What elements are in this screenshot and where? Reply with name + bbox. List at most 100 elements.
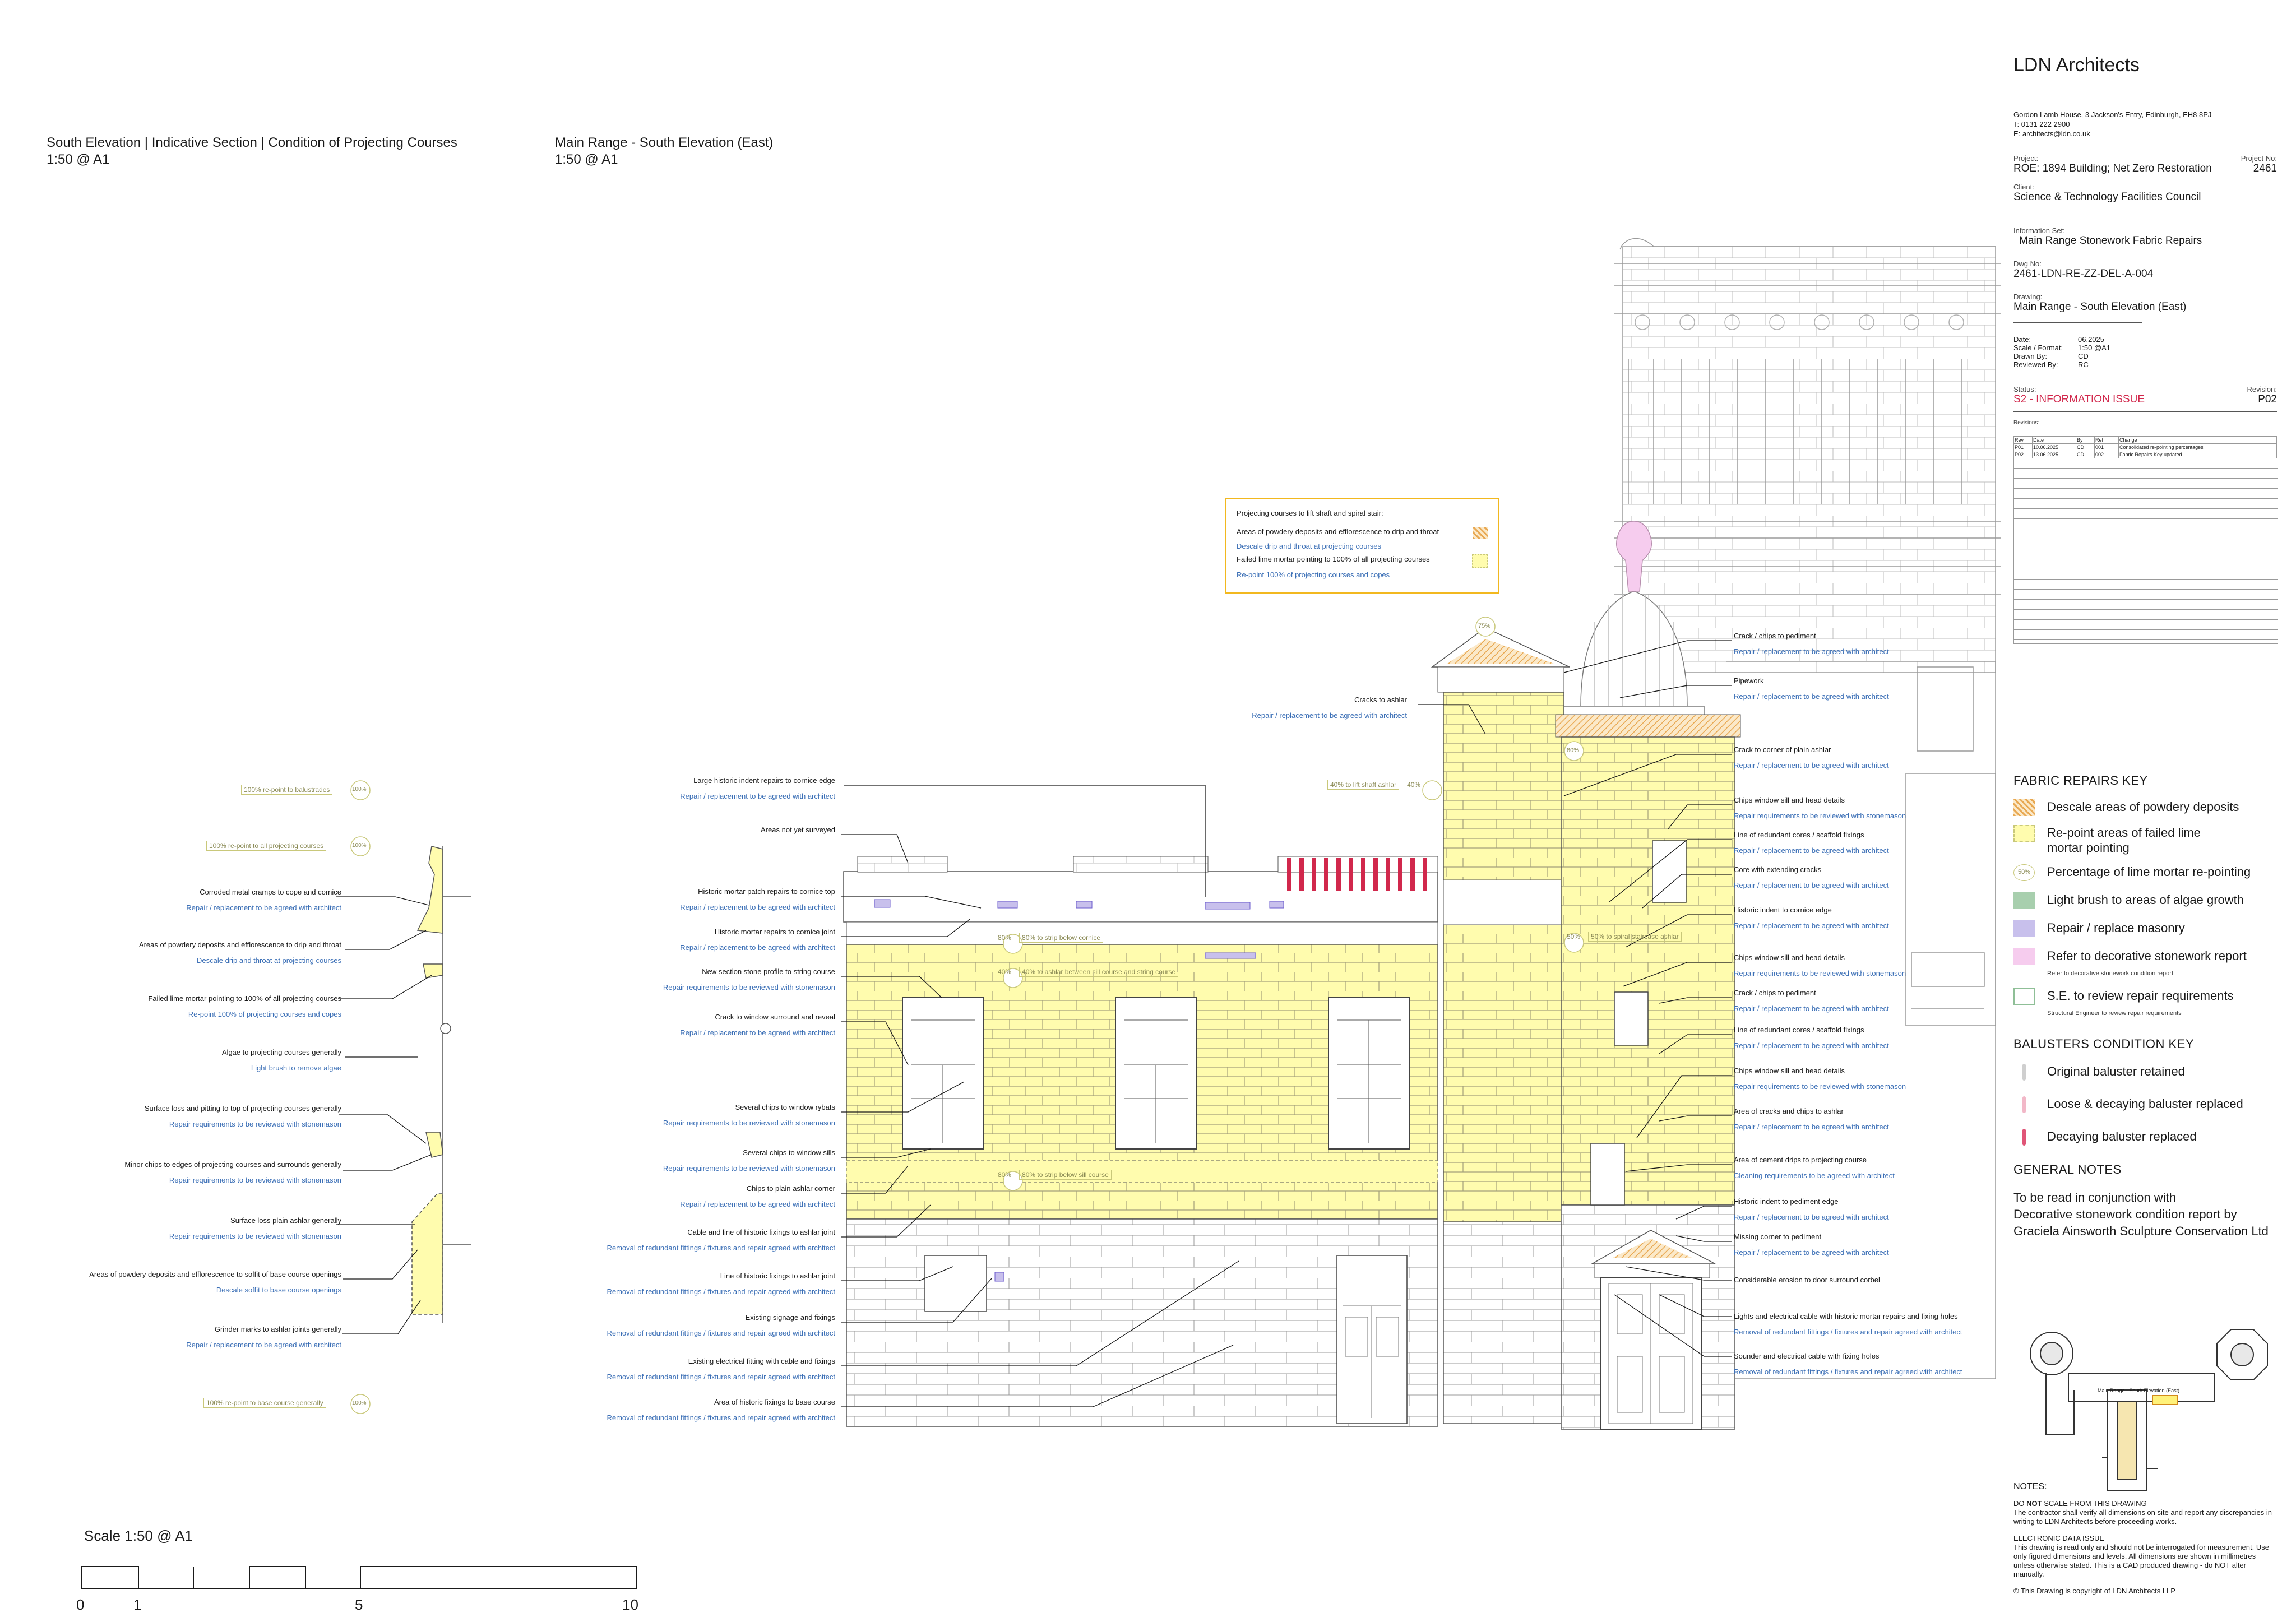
copyright: © This Drawing is copyright of LDN Archi… bbox=[2013, 1587, 2175, 1595]
project-row: Project: ROE: 1894 Building; Net Zero Re… bbox=[2013, 154, 2277, 175]
key-label: Original baluster retained bbox=[2047, 1064, 2185, 1078]
general-note-line: To be read in conjunction with bbox=[2013, 1190, 2176, 1204]
note-action: Repair requirements to be reviewed with … bbox=[663, 1164, 835, 1173]
note-action: Repair / replacement to be agreed with a… bbox=[186, 1341, 341, 1349]
project-no-label: Project No: bbox=[2241, 154, 2277, 163]
meta-label: Date: bbox=[2013, 335, 2031, 344]
project-label: Project: bbox=[2013, 154, 2039, 163]
note-observation: Existing electrical fitting with cable a… bbox=[688, 1357, 835, 1365]
elevation-note: Area of historic fixings to base course R… bbox=[607, 1398, 835, 1422]
note-action: Re-point 100% of projecting courses and … bbox=[188, 1010, 341, 1018]
info-set: Main Range Stonework Fabric Repairs bbox=[2019, 235, 2202, 247]
elevation-note: Chips to plain ashlar corner Repair / rep… bbox=[680, 1184, 835, 1209]
section-tag: 100% re-point to balustrades bbox=[241, 785, 333, 795]
elevation-tag-pct: 80% bbox=[998, 934, 1012, 942]
elevation-tag-text: 40% to ashlar between sill course and st… bbox=[1019, 967, 1179, 977]
note-observation: Large historic indent repairs to cornice… bbox=[693, 776, 835, 785]
section-title: South Elevation | Indicative Section | C… bbox=[47, 135, 457, 168]
spiral-stair-tower bbox=[1555, 714, 1741, 1430]
key-item-percentage: 50% Percentage of lime mortar re-pointin… bbox=[2013, 864, 2277, 881]
note-observation: Area of historic fixings to base course bbox=[714, 1398, 835, 1406]
note-action: Removal of redundant fittings / fixtures… bbox=[607, 1329, 835, 1337]
note-observation: Surface loss plain ashlar generally bbox=[230, 1216, 341, 1225]
section-note: Algae to projecting courses generally Lig… bbox=[222, 1048, 341, 1073]
rev-cell: 13.06.2025 bbox=[2032, 451, 2076, 458]
key-label: Percentage of lime mortar re-pointing bbox=[2047, 865, 2251, 879]
rev-cell: P02 bbox=[2013, 451, 2033, 458]
rev-header: Rev bbox=[2013, 436, 2033, 444]
general-note-line: Decorative stonework condition report by bbox=[2013, 1207, 2237, 1221]
pct-circle-label: 100% bbox=[352, 842, 367, 849]
note-observation: Several chips to window rybats bbox=[735, 1103, 835, 1111]
hatch-swatch bbox=[1473, 527, 1488, 539]
rev-cell: 001 bbox=[2094, 443, 2119, 451]
elevation-tag-text: 80% to strip below cornice bbox=[1019, 933, 1104, 943]
elevation-note: Crack / chips to pediment Repair / replac… bbox=[1734, 632, 1889, 656]
note-action: Removal of redundant fittings / fixtures… bbox=[607, 1414, 835, 1422]
elevation-note: Cracks to ashlar Repair / replacement to … bbox=[1252, 696, 1407, 720]
address-email: E: architects@ldn.co.uk bbox=[2013, 129, 2090, 138]
scale-tick-label: 0 bbox=[76, 1596, 85, 1613]
status-value: S2 - INFORMATION ISSUE bbox=[2013, 393, 2145, 405]
key-sublabel: Refer to decorative stonework condition … bbox=[2047, 970, 2174, 977]
firm-address: Gordon Lamb House, 3 Jackson's Entry, Ed… bbox=[2013, 110, 2277, 138]
legend-box-line1-action: Descale drip and throat at projecting co… bbox=[1237, 542, 1381, 550]
key-item-algae: Light brush to areas of algae growth bbox=[2013, 892, 2277, 909]
elevation-tag-text: 40% to lift shaft ashlar bbox=[1327, 780, 1400, 790]
elevation-tag: 80% 80% to strip below sill course bbox=[998, 1170, 1112, 1180]
key-label: Repair / replace masonry bbox=[2047, 921, 2185, 935]
drawing-notes: NOTES: DO NOT SCALE FROM THIS DRAWING Th… bbox=[2013, 1482, 2277, 1596]
note-action: Repair / replacement to be agreed with a… bbox=[1734, 1004, 1889, 1013]
table-row: P02 13.06.2025 CD 002 Fabric Repairs Key… bbox=[2013, 451, 2277, 458]
meta-value: 06.2025 bbox=[2078, 335, 2104, 344]
pct-circle-label: 100% bbox=[352, 786, 367, 793]
note-observation: Areas of powdery deposits and effloresce… bbox=[89, 1270, 341, 1278]
note-action: Removal of redundant fittings / fixtures… bbox=[607, 1287, 835, 1296]
baluster-icon bbox=[2013, 1064, 2035, 1081]
meta-row: Drawn By: CD bbox=[2013, 352, 2277, 360]
repair-swatch bbox=[2013, 920, 2035, 937]
decorative-swatch bbox=[2013, 948, 2035, 965]
rev-cell: CD bbox=[2076, 443, 2095, 451]
general-notes-heading: GENERAL NOTES bbox=[2013, 1162, 2122, 1176]
note-observation: Historic indent to pediment edge bbox=[1734, 1197, 1839, 1206]
title-block: LDN Architects Gordon Lamb House, 3 Jack… bbox=[2013, 44, 2278, 644]
elevation-note: Existing signage and fixings Removal of r… bbox=[607, 1313, 835, 1338]
note-observation: Cracks to ashlar bbox=[1354, 696, 1407, 704]
elevation-note: Missing corner to pediment Repair / repla… bbox=[1734, 1232, 1889, 1257]
table-row: P01 10.06.2025 CD 001 Consolidated re-po… bbox=[2013, 443, 2277, 451]
elevation-note: New section stone profile to string cour… bbox=[663, 967, 835, 992]
revision-value: P02 bbox=[2258, 393, 2277, 405]
elevation-tag: 80% 80% to strip below cornice bbox=[998, 933, 1104, 943]
fabric-repairs-key: FABRIC REPAIRS KEY Descale areas of powd… bbox=[2013, 773, 2277, 1240]
elevation-note: Considerable erosion to door surround co… bbox=[1734, 1276, 1880, 1285]
elevation-title-text: Main Range - South Elevation (East) bbox=[555, 135, 774, 150]
note-observation: Historic mortar repairs to cornice joint bbox=[714, 928, 835, 936]
key-label: Descale areas of powdery deposits bbox=[2047, 800, 2239, 814]
revisions-blank-rows bbox=[2013, 458, 2278, 644]
scale-tick-label: 10 bbox=[622, 1596, 638, 1613]
scale-title: Scale 1:50 @ A1 bbox=[84, 1527, 193, 1544]
note-action: Repair / replacement to be agreed with a… bbox=[1252, 711, 1407, 720]
note-observation: Historic mortar patch repairs to cornice… bbox=[698, 887, 835, 896]
address-line: Gordon Lamb House, 3 Jackson's Entry, Ed… bbox=[2013, 110, 2212, 119]
repoint-swatch bbox=[2013, 825, 2035, 842]
rev-header: Change bbox=[2118, 436, 2277, 444]
elevation-note: Cable and line of historic fixings to as… bbox=[607, 1228, 835, 1253]
note-observation: Core with extending cracks bbox=[1734, 865, 1822, 874]
note-action: Repair / replacement to be agreed with a… bbox=[680, 1200, 835, 1208]
note-observation: Line of historic fixings to ashlar joint bbox=[720, 1272, 835, 1280]
note-action: Repair requirements to be reviewed with … bbox=[169, 1120, 341, 1128]
firm-name: LDN Architects bbox=[2013, 54, 2140, 76]
verify-note: The contractor shall verify all dimensio… bbox=[2013, 1508, 2272, 1526]
note-action: Repair requirements to be reviewed with … bbox=[1734, 812, 1906, 820]
section-note: Surface loss plain ashlar generally Repai… bbox=[169, 1216, 341, 1241]
note-observation: Grinder marks to ashlar joints generally bbox=[214, 1325, 341, 1333]
edi-heading: ELECTRONIC DATA ISSUE bbox=[2013, 1534, 2105, 1542]
note-action: Repair requirements to be reviewed with … bbox=[1734, 1082, 1906, 1091]
elevation-note: Chips window sill and head details Repair… bbox=[1734, 953, 1906, 978]
do-not-scale-post: SCALE FROM THIS DRAWING bbox=[2042, 1499, 2147, 1508]
section-title-text: South Elevation | Indicative Section | C… bbox=[47, 135, 457, 150]
note-observation: Pipework bbox=[1734, 676, 1764, 685]
revisions-table: Rev Date By Ref Change P01 10.06.2025 CD… bbox=[2013, 436, 2277, 458]
